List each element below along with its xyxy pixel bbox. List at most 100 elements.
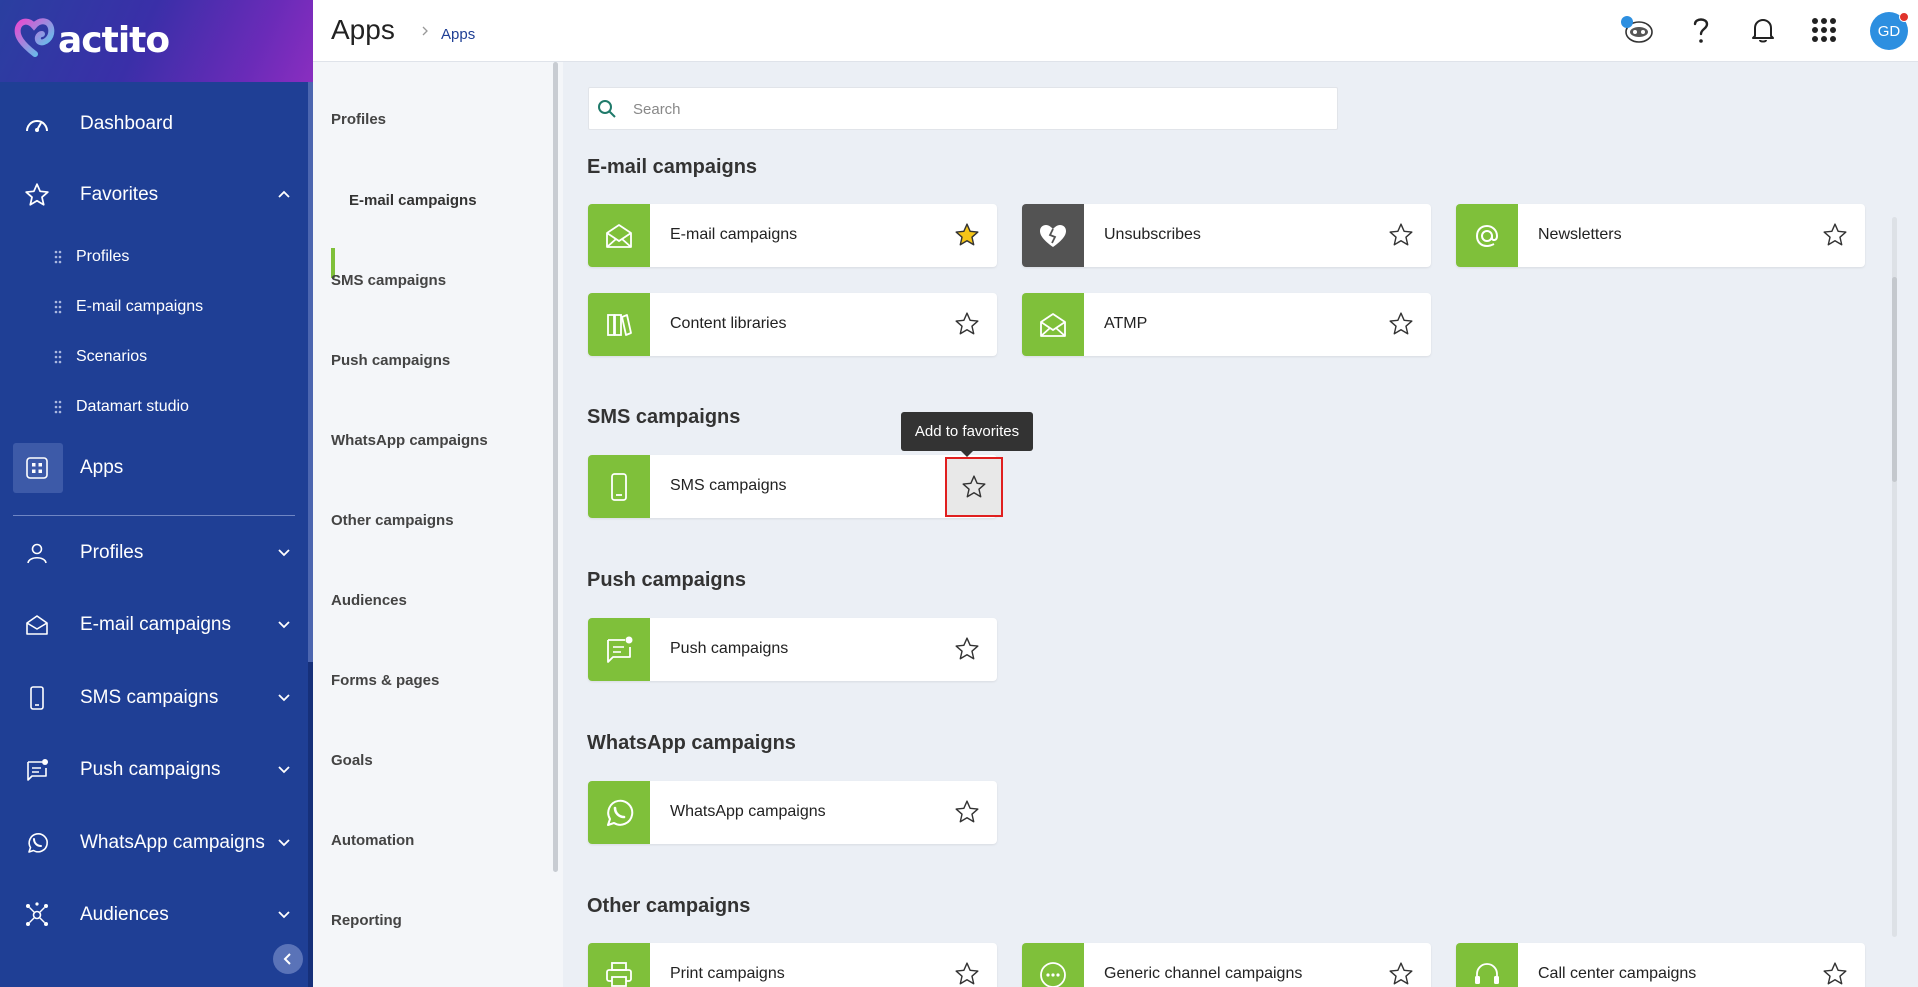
app-card-push-campaigns[interactable]: Push campaigns [588,618,997,681]
chat-dots-icon [1040,961,1066,987]
tooltip: Add to favorites [901,412,1033,457]
category-audiences[interactable]: Audiences [331,592,407,609]
nav-item-audiences[interactable]: Audiences [0,889,313,941]
category-email-campaigns[interactable]: E-mail campaigns [349,192,477,209]
chevron-down-icon[interactable] [277,762,291,776]
user-avatar[interactable]: GD [1870,12,1909,50]
favorite-toggle[interactable] [1384,307,1418,341]
app-card-atmp[interactable]: ATMP [1022,293,1431,356]
favorite-item-datamart-studio[interactable]: Datamart studio [0,387,313,427]
category-sms-campaigns[interactable]: SMS campaigns [331,272,446,289]
app-card-call-center-campaigns[interactable]: Call center campaigns [1456,943,1865,987]
assistant-button[interactable] [1619,12,1655,48]
app-card-generic-channel-campaigns[interactable]: Generic channel campaigns [1022,943,1431,987]
drag-handle-icon[interactable] [54,250,62,264]
favorite-toggle[interactable] [1818,957,1852,987]
drag-handle-icon[interactable] [54,300,62,314]
nav-item-email-campaigns[interactable]: E-mail campaigns [0,599,313,651]
app-label: Generic channel campaigns [1104,965,1303,982]
chevron-down-icon[interactable] [277,835,291,849]
app-card-email-campaigns[interactable]: E-mail campaigns [588,204,997,267]
category-profiles[interactable]: Profiles [331,111,386,128]
search-box[interactable]: Search [588,87,1338,130]
nav-item-favorites[interactable]: Favorites [0,169,313,221]
app-card-unsubscribes[interactable]: Unsubscribes [1022,204,1431,267]
app-tile [1022,943,1084,987]
nav-item-whatsapp-campaigns[interactable]: WhatsApp campaigns [0,817,313,869]
notifications-button[interactable] [1745,12,1781,48]
app-card-whatsapp-campaigns[interactable]: WhatsApp campaigns [588,781,997,844]
actito-logo-icon [14,18,55,57]
star-outline-icon [1389,223,1413,246]
chevron-up-icon[interactable] [277,187,291,201]
drag-handle-icon[interactable] [54,400,62,414]
main-navigation: actito Dashboard Favorites Profiles E-ma… [0,0,313,987]
main-scrollbar-thumb[interactable] [1892,277,1897,482]
favorite-item-scenarios[interactable]: Scenarios [0,337,313,377]
app-card-newsletters[interactable]: Newsletters [1456,204,1865,267]
grid-dots-icon [1812,18,1836,42]
favorite-toggle[interactable] [950,795,984,829]
nav-item-label: Favorites [80,184,159,205]
tooltip-arrow [961,451,973,457]
category-other-campaigns[interactable]: Other campaigns [331,512,454,529]
favorite-toggle[interactable] [1818,218,1852,252]
category-automation[interactable]: Automation [331,832,414,849]
chevron-down-icon[interactable] [277,907,291,921]
main-scrollbar[interactable] [1892,217,1897,937]
app-card-print-campaigns[interactable]: Print campaigns [588,943,997,987]
app-label: Newsletters [1538,226,1622,243]
favorite-item-email-campaigns[interactable]: E-mail campaigns [0,287,313,327]
nav-item-sms-campaigns[interactable]: SMS campaigns [0,672,313,724]
search-icon [598,100,616,118]
nav-item-push-campaigns[interactable]: Push campaigns [0,744,313,796]
app-tile [588,943,650,987]
collapse-nav-button[interactable] [273,944,303,974]
category-push-campaigns[interactable]: Push campaigns [331,352,450,369]
app-label: ATMP [1104,315,1148,332]
nav-item-apps[interactable]: Apps [0,442,313,494]
category-whatsapp-campaigns[interactable]: WhatsApp campaigns [331,432,488,449]
favorite-toggle[interactable] [945,457,1003,517]
favorite-toggle[interactable] [950,632,984,666]
brand-logo[interactable]: actito [0,0,313,82]
favorite-toggle[interactable] [1384,957,1418,987]
category-forms-pages[interactable]: Forms & pages [331,672,439,689]
chevron-down-icon[interactable] [277,690,291,704]
category-goals[interactable]: Goals [331,752,373,769]
help-button[interactable] [1683,12,1719,48]
chatbot-icon [1621,16,1653,43]
nav-item-dashboard[interactable]: Dashboard [0,98,313,150]
app-label: Unsubscribes [1104,226,1201,243]
nav-item-label: Audiences [80,904,169,925]
nav-item-profiles[interactable]: Profiles [0,527,313,579]
app-tile [588,204,650,267]
star-outline-icon [955,962,979,985]
nav-divider [13,515,295,516]
favorite-toggle[interactable] [950,957,984,987]
chevron-down-icon[interactable] [277,545,291,559]
bell-icon [1752,19,1774,43]
favorite-item-label: Profiles [76,248,130,265]
search-input[interactable]: Search [633,101,681,118]
app-label: Push campaigns [670,640,789,657]
section-title: WhatsApp campaigns [587,732,796,754]
favorite-toggle[interactable] [1384,218,1418,252]
favorite-toggle[interactable] [950,307,984,341]
chevron-down-icon[interactable] [277,617,291,631]
star-filled-icon [955,223,979,246]
drag-handle-icon[interactable] [54,350,62,364]
section-title: Push campaigns [587,569,746,591]
favorite-item-profiles[interactable]: Profiles [0,237,313,277]
breadcrumb[interactable]: Apps [441,26,475,43]
category-scrollbar[interactable] [553,62,558,872]
app-tile [1456,943,1518,987]
category-reporting[interactable]: Reporting [331,912,402,929]
app-card-sms-campaigns[interactable]: SMS campaigns [588,455,1003,518]
user-icon [24,540,50,566]
app-launcher-button[interactable] [1806,12,1842,48]
favorite-toggle[interactable] [950,218,984,252]
envelope-open-icon [1040,312,1066,337]
app-card-content-libraries[interactable]: Content libraries [588,293,997,356]
app-tile [1456,204,1518,267]
